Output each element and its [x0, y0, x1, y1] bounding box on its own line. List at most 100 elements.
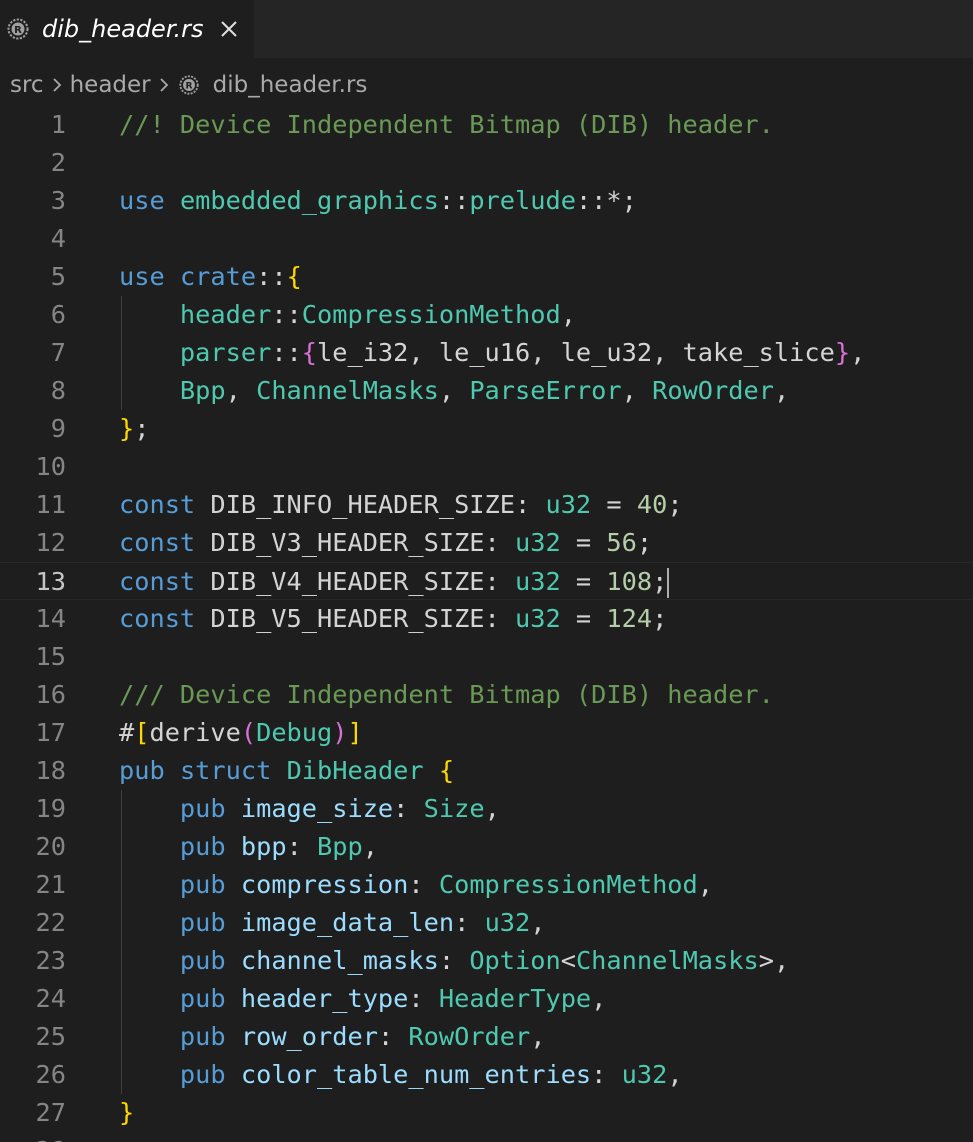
- chevron-right-icon: [44, 75, 70, 95]
- code-token: row_order: [240, 1022, 378, 1051]
- code-line[interactable]: 16 /// Device Independent Bitmap (DIB) he…: [0, 676, 973, 714]
- code-line[interactable]: 2: [0, 144, 973, 182]
- code-token: bpp: [240, 832, 287, 861]
- code-line[interactable]: 4: [0, 220, 973, 258]
- code-line[interactable]: 11 const DIB_INFO_HEADER_SIZE: u32 = 40;: [0, 486, 973, 524]
- line-number: 11: [35, 490, 66, 519]
- line-number: 24: [35, 984, 66, 1013]
- breadcrumb-item-header[interactable]: header: [70, 72, 151, 98]
- code-text: /// Device Independent Bitmap (DIB) head…: [119, 676, 774, 714]
- code-line[interactable]: 21 pub compression: CompressionMethod,: [0, 866, 973, 904]
- code-line[interactable]: 14 const DIB_V5_HEADER_SIZE: u32 = 124;: [0, 600, 973, 638]
- code-token: u32: [484, 908, 531, 937]
- code-line[interactable]: 24 pub header_type: HeaderType,: [0, 980, 973, 1018]
- code-token: }: [119, 414, 135, 443]
- code-editor[interactable]: 1 //! Device Independent Bitmap (DIB) hea…: [0, 106, 973, 1142]
- code-token: ,: [560, 300, 576, 329]
- code-token: image_size: [240, 794, 394, 823]
- code-token: u32: [545, 490, 592, 519]
- code-token: const: [119, 528, 196, 557]
- code-token: CompressionMethod: [438, 870, 698, 899]
- code-token: =: [560, 604, 607, 633]
- breadcrumb-item-file[interactable]: dib_header.rs: [213, 72, 368, 98]
- code-token: ::: [271, 338, 302, 367]
- code-token: }: [834, 338, 851, 367]
- line-number: 6: [50, 300, 66, 329]
- line-number: 9: [50, 414, 66, 443]
- code-token: prelude: [469, 186, 576, 215]
- code-token: pub: [179, 946, 226, 975]
- code-line[interactable]: 6 header::CompressionMethod,: [0, 296, 973, 334]
- code-token: u32: [515, 567, 561, 596]
- code-line[interactable]: 25 pub row_order: RowOrder,: [0, 1018, 973, 1056]
- code-text: const DIB_V5_HEADER_SIZE: u32 = 124;: [119, 600, 667, 638]
- code-token: ;: [652, 567, 668, 596]
- code-token: use: [119, 262, 165, 291]
- code-line[interactable]: 19 pub image_size: Size,: [0, 790, 973, 828]
- close-icon[interactable]: [217, 17, 241, 41]
- code-token: pub: [179, 1060, 226, 1089]
- code-token: (: [240, 718, 257, 747]
- rust-file-icon: R: [6, 17, 30, 41]
- code-token: :: [484, 567, 515, 596]
- code-line[interactable]: 18 pub struct DibHeader {: [0, 752, 973, 790]
- line-number: 22: [35, 908, 66, 937]
- breadcrumb-item-src[interactable]: src: [10, 72, 44, 98]
- code-line[interactable]: 17 #[derive(Debug)]: [0, 714, 973, 752]
- code-token: ,: [697, 870, 714, 899]
- code-token: RowOrder: [652, 376, 774, 405]
- code-token: ::: [438, 186, 470, 215]
- line-number: 25: [35, 1022, 66, 1051]
- code-text: const DIB_V3_HEADER_SIZE: u32 = 56;: [119, 524, 652, 562]
- line-number: 7: [50, 338, 66, 367]
- code-token: ,: [621, 376, 653, 405]
- code-line[interactable]: 22 pub image_data_len: u32,: [0, 904, 973, 942]
- svg-text:R: R: [185, 81, 192, 92]
- tab-dib-header[interactable]: R dib_header.rs: [0, 0, 254, 58]
- code-line[interactable]: 7 parser::{le_i32, le_u16, le_u32, take_…: [0, 334, 973, 372]
- code-line[interactable]: 26 pub color_table_num_entries: u32,: [0, 1056, 973, 1094]
- code-token: ;: [636, 528, 653, 557]
- code-token: header_type: [240, 984, 409, 1013]
- code-line[interactable]: 8 Bpp, ChannelMasks, ParseError, RowOrde…: [0, 372, 973, 410]
- code-line[interactable]: 13 const DIB_V4_HEADER_SIZE: u32 = 108;: [0, 562, 973, 600]
- code-token: }: [119, 1098, 135, 1127]
- code-token: compression: [240, 870, 409, 899]
- code-token: ,: [773, 376, 790, 405]
- code-token: =: [560, 528, 607, 557]
- code-token: pub: [119, 756, 165, 785]
- code-line[interactable]: 28: [0, 1132, 973, 1142]
- code-token: Bpp: [317, 832, 363, 861]
- code-line[interactable]: 23 pub channel_masks: Option<ChannelMask…: [0, 942, 973, 980]
- code-line[interactable]: 12 const DIB_V3_HEADER_SIZE: u32 = 56;: [0, 524, 973, 562]
- code-token: DIB_V3_HEADER_SIZE: [210, 528, 485, 557]
- code-text: pub image_size: Size,: [119, 790, 500, 828]
- code-line[interactable]: 20 pub bpp: Bpp,: [0, 828, 973, 866]
- code-line[interactable]: 10: [0, 448, 973, 486]
- code-token: :: [484, 604, 515, 633]
- code-line[interactable]: 15: [0, 638, 973, 676]
- code-token: :: [454, 908, 485, 937]
- code-line[interactable]: 5 use crate::{: [0, 258, 973, 296]
- code-token: :: [484, 528, 515, 557]
- code-line[interactable]: 1 //! Device Independent Bitmap (DIB) hea…: [0, 106, 973, 144]
- line-number: 26: [35, 1060, 66, 1089]
- code-text: const DIB_V4_HEADER_SIZE: u32 = 108;: [119, 563, 670, 601]
- code-token: 108: [606, 567, 653, 596]
- code-token: embedded_graphics: [179, 186, 439, 215]
- code-token: crate: [179, 262, 257, 291]
- code-token: 124: [606, 604, 653, 633]
- code-line[interactable]: 3 use embedded_graphics::prelude::*;: [0, 182, 973, 220]
- code-token: const: [119, 567, 196, 596]
- code-token: const: [119, 604, 196, 633]
- code-line[interactable]: 27}: [0, 1094, 973, 1132]
- code-line[interactable]: 9};: [0, 410, 973, 448]
- code-text: pub struct DibHeader {: [119, 752, 454, 790]
- line-number: 14: [35, 604, 66, 633]
